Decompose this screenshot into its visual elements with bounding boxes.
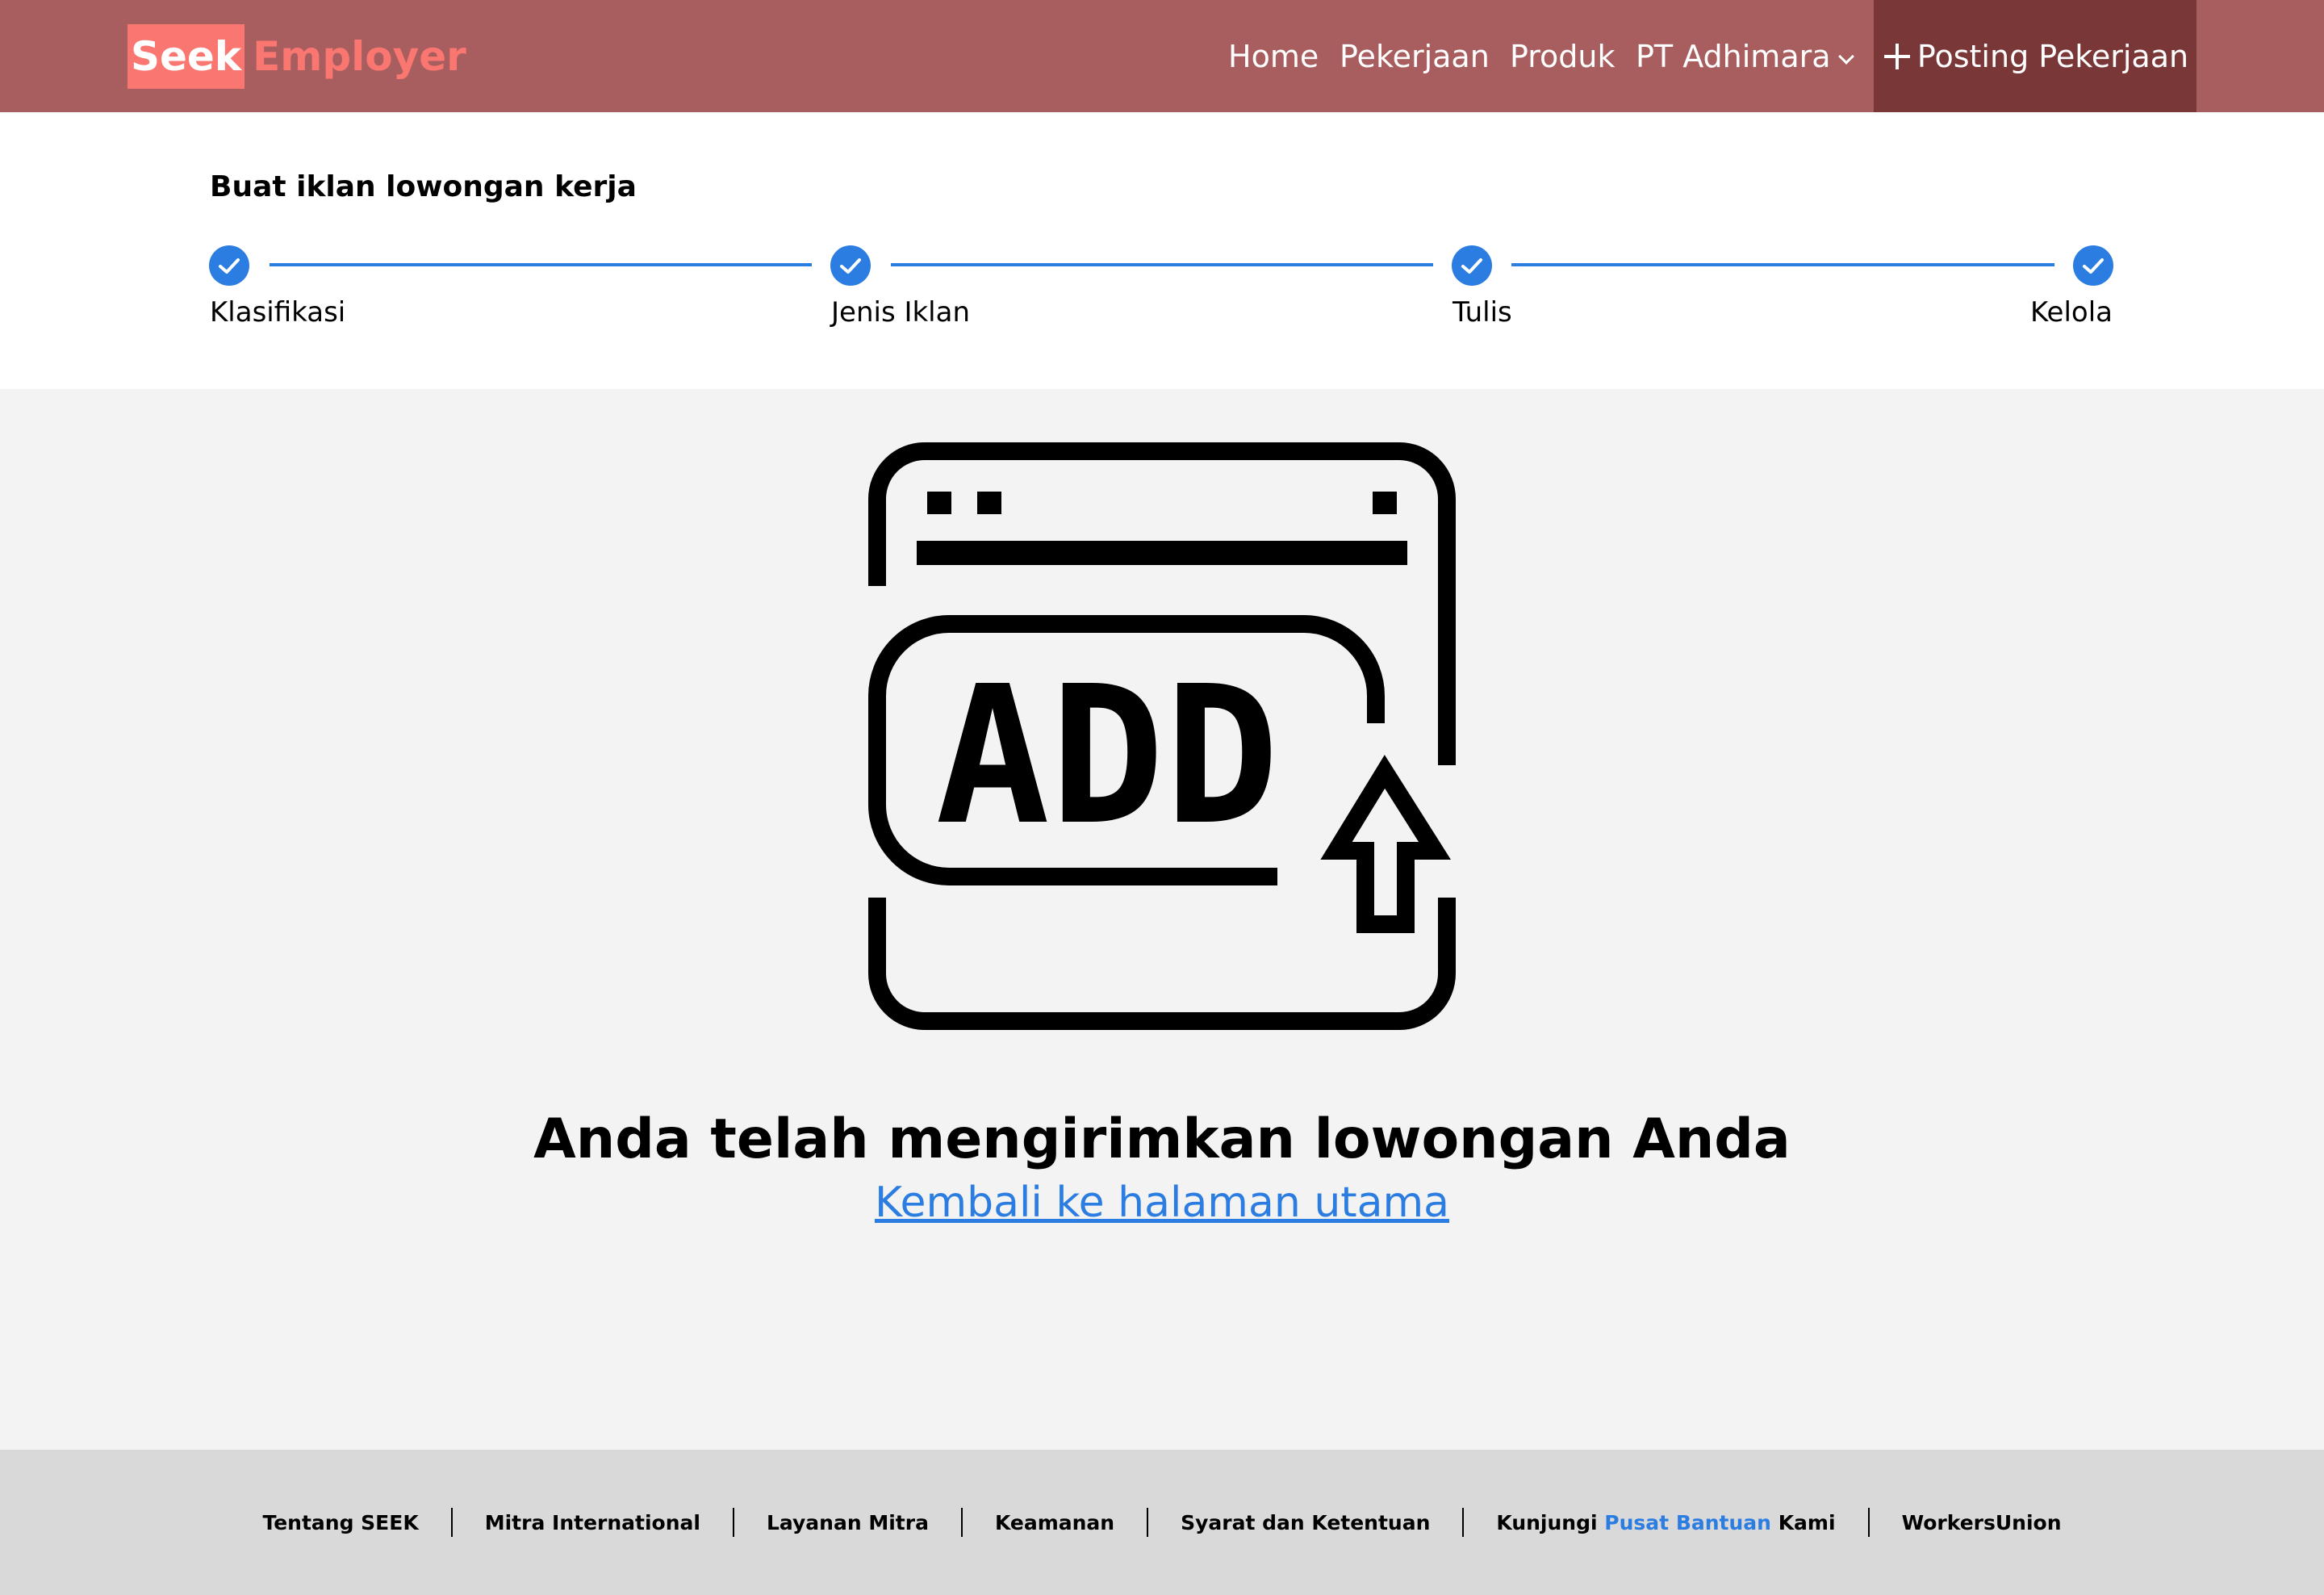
footer-links: Tentang SEEK Mitra International Layanan… [0, 1508, 2324, 1537]
footer-link-partner-services[interactable]: Layanan Mitra [734, 1511, 961, 1534]
step-label-klasifikasi: Klasifikasi [210, 296, 346, 329]
step-complete-icon [2073, 245, 2113, 286]
nav-home-link[interactable]: Home [1228, 37, 1319, 76]
stepper-title: Buat iklan lowongan kerja [210, 170, 637, 203]
nav-products-link[interactable]: Produk [1510, 37, 1616, 76]
logo-seek-text: Seek [127, 24, 245, 89]
progress-stepper-section: Buat iklan lowongan kerja Klasifikasi Je… [0, 112, 2324, 389]
help-prefix: Kunjungi [1496, 1510, 1598, 1534]
step-connector [891, 263, 1433, 266]
back-to-home-link[interactable]: Kembali ke halaman utama [875, 1178, 1449, 1227]
footer-link-security[interactable]: Keamanan [963, 1511, 1147, 1534]
back-link-wrapper: Kembali ke halaman utama [0, 1178, 2324, 1227]
step-complete-icon [1452, 245, 1492, 286]
submission-confirmation: ADD Anda telah mengirimkan lowongan Anda… [0, 389, 2324, 1450]
step-label-tulis: Tulis [1452, 296, 1512, 329]
step-label-kelola: Kelola [2029, 296, 2113, 329]
footer-link-terms[interactable]: Syarat dan Ketentuan [1148, 1511, 1462, 1534]
step-complete-icon [209, 245, 249, 286]
step-connector [270, 263, 812, 266]
company-menu-dropdown[interactable]: PT Adhimara [1636, 37, 1854, 76]
logo-employer-text: Employer [253, 33, 466, 80]
step-label-jenis-iklan: Jenis Iklan [831, 296, 971, 329]
icon-add-text: ADD [935, 645, 1279, 867]
plus-icon [1883, 43, 1910, 69]
footer: Tentang SEEK Mitra International Layanan… [0, 1450, 2324, 1595]
footer-link-international[interactable]: Mitra International [453, 1511, 733, 1534]
chevron-down-icon [1837, 48, 1854, 65]
footer-link-workers-union[interactable]: WorkersUnion [1870, 1511, 2094, 1534]
company-name: PT Adhimara [1636, 39, 1831, 74]
step-complete-icon [830, 245, 871, 286]
add-upload-icon: ADD [868, 442, 1456, 1030]
nav-jobs-link[interactable]: Pekerjaan [1340, 37, 1490, 76]
footer-link-about[interactable]: Tentang SEEK [230, 1511, 450, 1534]
post-job-button[interactable]: Posting Pekerjaan [1874, 0, 2197, 112]
help-center-link[interactable]: Pusat Bantuan [1604, 1511, 1771, 1534]
success-message: Anda telah mengirimkan lowongan Anda [533, 1107, 1791, 1171]
footer-help-text: Kunjungi Pusat Bantuan Kami [1464, 1511, 1867, 1534]
help-suffix: Kami [1778, 1510, 1836, 1534]
post-job-label: Posting Pekerjaan [1916, 38, 2189, 74]
seek-employer-logo[interactable]: Seek Employer [127, 24, 466, 89]
step-connector [1511, 263, 2054, 266]
top-navbar: Seek Employer Home Pekerjaan Produk PT A… [0, 0, 2324, 112]
